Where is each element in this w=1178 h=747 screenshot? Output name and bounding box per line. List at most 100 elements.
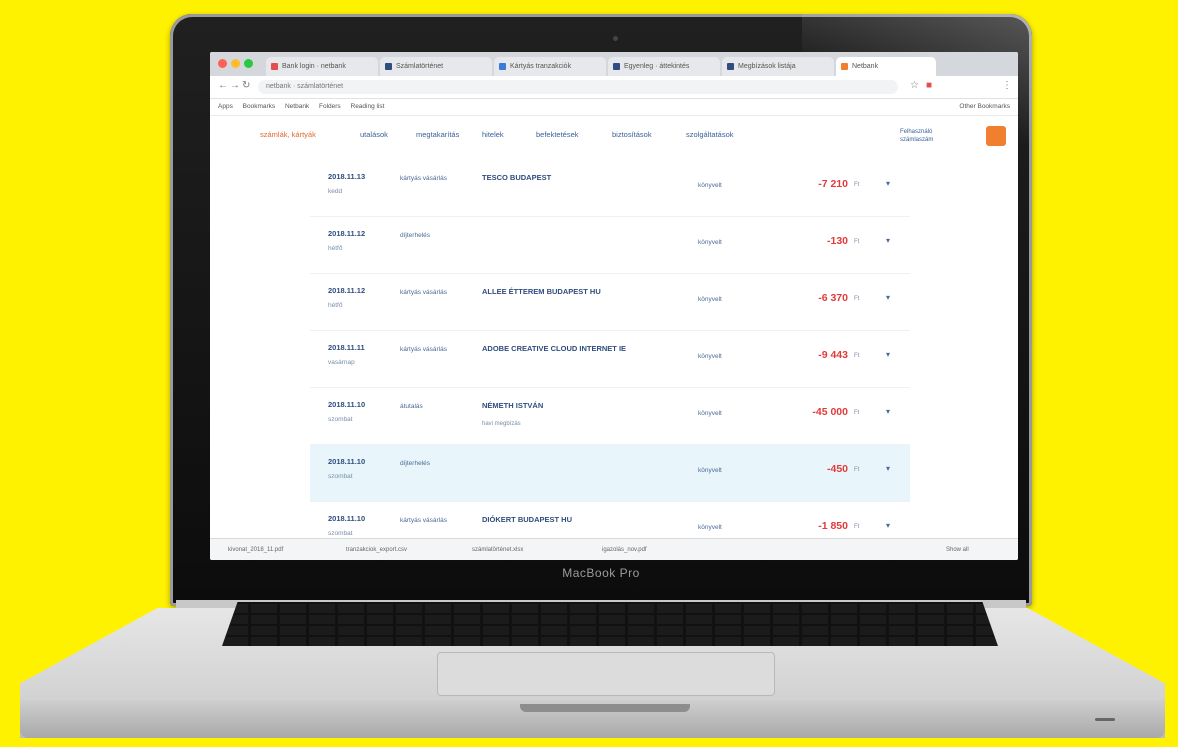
tx-merchant: ADOBE CREATIVE CLOUD INTERNET IE	[482, 344, 627, 353]
bookmark-item[interactable]: Netbank	[285, 103, 309, 110]
menu-item-loans[interactable]: hitelek	[482, 130, 504, 139]
chevron-down-icon[interactable]: ▾	[886, 464, 890, 473]
tab-label: Kártyás tranzakciók	[510, 63, 572, 70]
tx-amount: -9 443	[818, 349, 848, 361]
download-item[interactable]: igazolás_nov.pdf	[602, 539, 647, 560]
tab-favicon-icon	[499, 63, 506, 70]
bookmark-item[interactable]: Other Bookmarks	[959, 99, 1010, 115]
tx-type: díjterhelés	[400, 460, 430, 467]
lid-opening-notch	[520, 704, 690, 712]
chevron-down-icon[interactable]: ▾	[886, 236, 890, 245]
forward-arrow-icon[interactable]: →	[230, 80, 240, 91]
tx-date: 2018.11.12	[328, 286, 366, 295]
table-row[interactable]: 2018.11.11 vasárnap kártyás vásárlás ADO…	[310, 331, 910, 388]
minimize-window-icon[interactable]	[231, 59, 240, 68]
tx-date: 2018.11.11	[328, 343, 365, 352]
bookmark-item[interactable]: Reading list	[351, 103, 385, 110]
tx-day: vasárnap	[328, 359, 355, 366]
bookmark-item[interactable]: Apps	[218, 103, 233, 110]
reload-icon[interactable]: ↻	[242, 80, 250, 91]
table-row[interactable]: 2018.11.13 kedd kártyás vásárlás TESCO B…	[310, 160, 910, 217]
tx-day: szombat	[328, 473, 353, 480]
close-window-icon[interactable]	[218, 59, 227, 68]
tx-type: kártyás vásárlás	[400, 346, 447, 353]
tx-day: hétfő	[328, 302, 343, 309]
table-row[interactable]: 2018.11.12 hétfő díjterhelés könyvelt -1…	[310, 217, 910, 274]
tx-currency: Ft	[854, 296, 860, 302]
menu-item-services[interactable]: szolgáltatások	[686, 130, 734, 139]
tx-date: 2018.11.10	[328, 457, 366, 466]
tx-day: kedd	[328, 188, 343, 195]
user-info[interactable]: Felhasználó számlaszám	[900, 128, 933, 144]
bookmarks-bar: Apps Bookmarks Netbank Folders Reading l…	[210, 99, 1018, 116]
tx-day: szombat	[328, 416, 353, 423]
tx-date: 2018.11.10	[328, 514, 366, 523]
chevron-down-icon[interactable]: ▾	[886, 179, 890, 188]
menu-item-savings[interactable]: megtakarítás	[416, 130, 459, 139]
tx-currency: Ft	[854, 410, 860, 416]
user-account: számlaszám	[900, 137, 934, 143]
browser-tab[interactable]: Kártyás tranzakciók	[494, 57, 606, 76]
menu-dots-icon[interactable]: ⋮	[1002, 80, 1012, 91]
chevron-down-icon[interactable]: ▾	[886, 350, 890, 359]
tx-status: könyvelt	[698, 239, 722, 246]
chevron-down-icon[interactable]: ▾	[886, 521, 890, 530]
transaction-list: 2018.11.13 kedd kártyás vásárlás TESCO B…	[310, 160, 910, 559]
tx-date: 2018.11.10	[328, 400, 366, 409]
tx-amount: -45 000	[812, 406, 848, 418]
menu-item-accounts[interactable]: számlák, kártyák	[260, 130, 316, 139]
tx-status: könyvelt	[698, 524, 722, 531]
back-arrow-icon[interactable]: ←	[218, 80, 228, 91]
browser-tab[interactable]: Számlatörténet	[380, 57, 492, 76]
device-brand-label: MacBook Pro	[562, 566, 640, 580]
star-icon[interactable]: ☆	[910, 80, 919, 91]
tx-status: könyvelt	[698, 182, 722, 189]
tx-status: könyvelt	[698, 296, 722, 303]
tx-currency: Ft	[854, 239, 860, 245]
user-avatar[interactable]	[986, 126, 1006, 146]
tx-amount: -130	[826, 235, 848, 247]
download-item[interactable]: kivonat_2018_11.pdf	[228, 539, 283, 560]
url-input[interactable]: netbank · számlatörténet	[258, 80, 898, 94]
tab-label: Bank login · netbank	[282, 63, 346, 70]
extension-icon[interactable]: ■	[926, 80, 932, 91]
table-row[interactable]: 2018.11.10 szombat díjterhelés könyvelt …	[310, 445, 910, 502]
tx-day: szombat	[328, 530, 353, 537]
tx-type: kártyás vásárlás	[400, 289, 447, 296]
show-all-downloads[interactable]: Show all	[946, 539, 969, 560]
tab-favicon-icon	[385, 63, 392, 70]
table-row[interactable]: 2018.11.12 hétfő kártyás vásárlás ALLEE …	[310, 274, 910, 331]
downloads-bar: kivonat_2018_11.pdf tranzakciok_export.c…	[210, 538, 1018, 560]
tab-favicon-icon	[613, 63, 620, 70]
tx-type: átutalás	[400, 403, 423, 410]
bookmark-item[interactable]: Bookmarks	[243, 103, 276, 110]
menu-item-insurance[interactable]: biztosítások	[612, 130, 652, 139]
tx-merchant: ALLEE ÉTTEREM BUDAPEST HU	[482, 287, 601, 296]
browser-tab-active[interactable]: Netbank	[836, 57, 936, 76]
chevron-down-icon[interactable]: ▾	[886, 293, 890, 302]
bookmark-item[interactable]: Folders	[319, 103, 341, 110]
tx-day: hétfő	[328, 245, 343, 252]
tx-type: kártyás vásárlás	[400, 175, 447, 182]
tx-merchant: DIÓKERT BUDAPEST HU	[482, 515, 573, 524]
keyboard	[222, 602, 998, 646]
table-row[interactable]: 2018.11.10 szombat átutalás NÉMETH ISTVÁ…	[310, 388, 910, 445]
tx-date: 2018.11.13	[328, 172, 366, 181]
address-bar-row: ← → ↻ netbank · számlatörténet ☆ ■ ⋮	[210, 76, 1018, 99]
chevron-down-icon[interactable]: ▾	[886, 407, 890, 416]
download-item[interactable]: számlatörténet.xlsx	[472, 539, 523, 560]
download-item[interactable]: tranzakciok_export.csv	[346, 539, 407, 560]
tx-status: könyvelt	[698, 353, 722, 360]
menu-item-transfers[interactable]: utalások	[360, 130, 388, 139]
browser-tab[interactable]: Megbízások listája	[722, 57, 834, 76]
browser-tab[interactable]: Bank login · netbank	[266, 57, 378, 76]
tx-amount: -450	[826, 463, 848, 475]
tx-sub: havi megbízás	[482, 421, 521, 427]
trackpad	[437, 652, 775, 696]
browser-tab[interactable]: Egyenleg · áttekintés	[608, 57, 720, 76]
tx-status: könyvelt	[698, 467, 722, 474]
tx-type: díjterhelés	[400, 232, 430, 239]
maximize-window-icon[interactable]	[244, 59, 253, 68]
tab-favicon-icon	[271, 63, 278, 70]
menu-item-investments[interactable]: befektetések	[536, 130, 579, 139]
